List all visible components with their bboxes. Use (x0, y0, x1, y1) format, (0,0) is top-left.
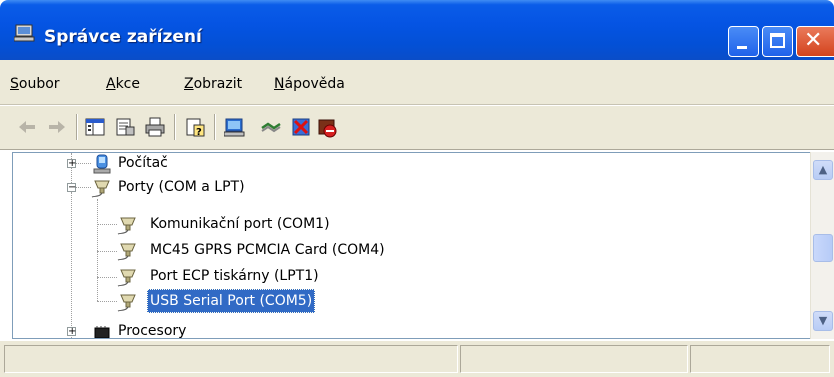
update-driver-icon[interactable] (260, 116, 282, 138)
menu-bar: Soubor Akce Zobrazit Nápověda (0, 60, 834, 105)
close-icon: ✕ (804, 28, 823, 53)
menu-akce[interactable]: Akce (106, 76, 140, 92)
tree-connector (97, 277, 117, 278)
device-tree[interactable]: + Počítač − Porty (COM a LPT) Komunikačn… (12, 152, 811, 339)
help-icon[interactable]: ? (184, 116, 206, 138)
menu-zobrazit[interactable]: Zobrazit (184, 76, 242, 92)
status-bar (0, 340, 834, 377)
minimize-button[interactable] (728, 26, 759, 57)
tree-item-label: Porty (COM a LPT) (118, 179, 245, 195)
disable-device-icon[interactable] (316, 116, 338, 138)
tree-item-label: Port ECP tiskárny (LPT1) (150, 268, 319, 284)
tree-connector (97, 224, 117, 225)
port-connector-icon (117, 243, 136, 261)
scrollbar-thumb[interactable] (813, 234, 833, 262)
title-bar[interactable]: Správce zařízení ✕ (0, 0, 834, 60)
status-pane-2 (460, 345, 688, 373)
properties-icon[interactable] (114, 116, 136, 138)
port-connector-icon (117, 217, 136, 235)
maximize-icon (770, 33, 785, 48)
scroll-down-button[interactable]: ▼ (813, 311, 833, 331)
tree-connector (97, 301, 117, 302)
toolbar-separator (174, 114, 176, 140)
menu-soubor[interactable]: Soubor (10, 76, 60, 92)
port-connector-icon (117, 269, 136, 287)
toolbar-separator (76, 114, 78, 140)
computer-icon (93, 154, 111, 174)
tree-item-label: Počítač (118, 155, 168, 171)
tree-connector (97, 251, 117, 252)
port-connector-icon (117, 294, 136, 312)
forward-arrow-icon[interactable] (46, 116, 68, 138)
expand-toggle[interactable]: + (67, 159, 76, 169)
status-pane-main (4, 345, 458, 373)
port-connector-icon (91, 180, 110, 198)
expand-toggle[interactable]: + (67, 327, 76, 337)
toolbar: ? (0, 105, 834, 150)
tree-item-label: Procesory (118, 323, 187, 339)
close-button[interactable]: ✕ (796, 26, 834, 57)
processor-icon (94, 326, 110, 338)
window-title: Správce zařízení (44, 27, 202, 47)
show-hide-tree-icon[interactable] (84, 116, 106, 138)
maximize-button[interactable] (762, 26, 793, 57)
minimize-icon (737, 46, 747, 49)
scroll-up-button[interactable]: ▲ (813, 160, 833, 180)
uninstall-icon[interactable] (290, 116, 312, 138)
collapse-toggle[interactable]: − (67, 183, 76, 193)
print-icon[interactable] (144, 116, 166, 138)
computer-monitor-icon (14, 24, 35, 42)
tree-connector (71, 192, 72, 338)
toolbar-separator (214, 114, 216, 140)
status-pane-3 (690, 345, 830, 373)
back-arrow-icon[interactable] (16, 116, 38, 138)
scan-hardware-icon[interactable] (224, 116, 246, 138)
tree-item-label: USB Serial Port (COM5) (147, 289, 316, 313)
tree-item-label: Komunikační port (COM1) (150, 216, 330, 232)
menu-napoveda[interactable]: Nápověda (274, 76, 345, 92)
tree-item-label: MC45 GPRS PCMCIA Card (COM4) (150, 242, 385, 258)
vertical-scrollbar[interactable]: ▲ ▼ (810, 152, 834, 339)
svg-text:?: ? (196, 127, 202, 138)
tree-connector (97, 199, 98, 301)
